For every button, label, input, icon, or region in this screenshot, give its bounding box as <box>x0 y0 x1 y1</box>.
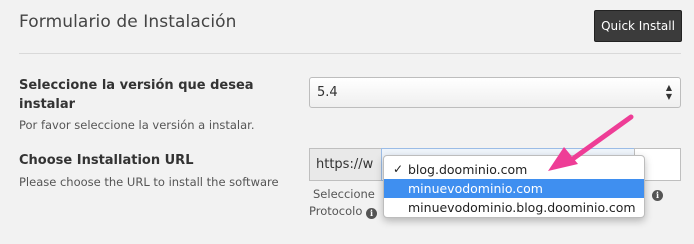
annotation-arrow-head <box>548 147 578 171</box>
installation-form-panel: Formulario de Instalación Quick Install … <box>0 0 694 244</box>
annotation-arrow-shaft <box>571 114 634 161</box>
pink-arrow-annotation <box>548 114 634 171</box>
